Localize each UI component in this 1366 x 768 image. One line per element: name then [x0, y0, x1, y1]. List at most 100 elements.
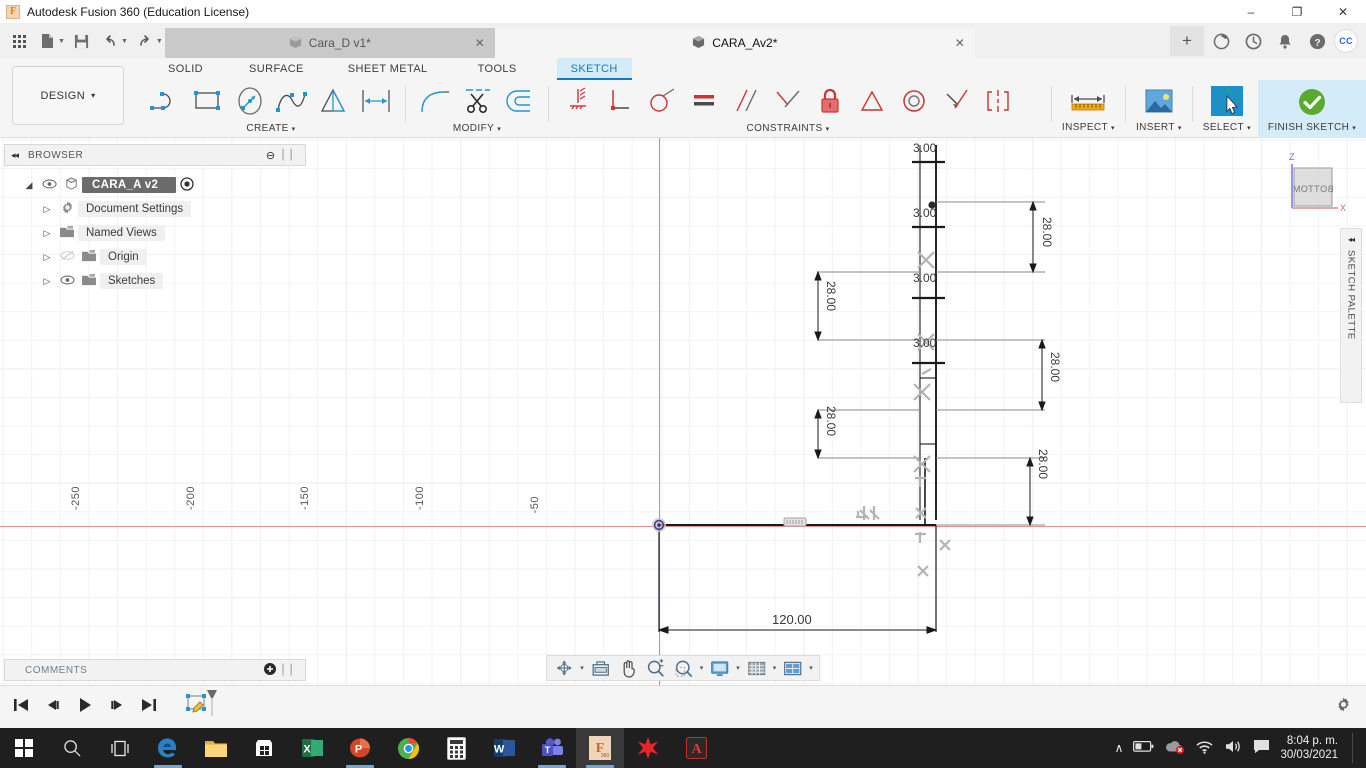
powerpoint-icon[interactable]: P — [336, 728, 384, 768]
app-grid-icon[interactable] — [6, 28, 32, 54]
dimension-label-28[interactable]: 28.00 — [824, 406, 838, 436]
ribbon-tab-surface[interactable]: SURFACE — [235, 58, 318, 80]
panel-constraints-label[interactable]: CONSTRAINTS ▾ — [747, 122, 830, 136]
add-comment-icon[interactable] — [263, 662, 276, 678]
parallel-constraint-icon[interactable] — [725, 80, 767, 122]
dimension-label-28[interactable]: 28.00 — [1040, 217, 1054, 247]
word-icon[interactable]: W — [480, 728, 528, 768]
circle-icon[interactable] — [229, 80, 271, 122]
wifi-icon[interactable] — [1195, 740, 1214, 757]
trim-icon[interactable] — [456, 80, 498, 122]
pan-icon[interactable] — [615, 657, 641, 679]
browser-resize-grip[interactable]: ▏▏ — [283, 150, 299, 161]
taskbar-clock[interactable]: 8:04 p. m. 30/03/2021 — [1280, 734, 1338, 762]
viewports-caret-icon[interactable]: ▾ — [807, 664, 815, 672]
spline-icon[interactable] — [271, 80, 313, 122]
browser-item-origin[interactable]: ▷ Origin — [4, 245, 306, 269]
expand-caret-icon[interactable]: ▷ — [38, 252, 56, 263]
symmetry-constraint-icon[interactable] — [977, 80, 1019, 122]
maximize-button[interactable]: ❐ — [1274, 0, 1320, 24]
recent-icon[interactable] — [1238, 26, 1268, 56]
adobe-acrobat-icon[interactable]: A — [672, 728, 720, 768]
windows-start-icon[interactable] — [0, 728, 48, 768]
dimension-label-28[interactable]: 28.00 — [1036, 449, 1050, 479]
chrome-icon[interactable] — [384, 728, 432, 768]
perpendicular-constraint-icon[interactable] — [599, 80, 641, 122]
orbit-icon[interactable] — [551, 657, 577, 679]
ribbon-tab-solid[interactable]: SOLID — [154, 58, 217, 80]
panel-insert[interactable]: INSERT ▾ — [1129, 80, 1189, 138]
panel-create-label[interactable]: CREATE ▾ — [246, 122, 295, 136]
dimension-label-120[interactable]: 120.00 — [772, 612, 812, 627]
dimension-label-3[interactable]: 3.00 — [913, 336, 936, 350]
document-tab-active[interactable]: CARA_Av2* ✕ — [494, 28, 975, 58]
expand-caret-icon[interactable]: ▷ — [38, 204, 56, 215]
browser-item-sketches[interactable]: ▷ Sketches — [4, 269, 306, 293]
zoom-icon[interactable] — [642, 657, 669, 679]
browser-item-named-views[interactable]: ▷ Named Views — [4, 221, 306, 245]
close-icon[interactable]: ✕ — [475, 36, 485, 50]
grid-snap-icon[interactable] — [743, 657, 770, 679]
redo-caret-icon[interactable]: ▼ — [156, 38, 163, 45]
close-icon[interactable]: ✕ — [955, 36, 965, 50]
collapse-icon[interactable]: ◂◂ — [1348, 235, 1355, 244]
undo-icon[interactable] — [97, 28, 123, 54]
ribbon-tab-tools[interactable]: TOOLS — [464, 58, 531, 80]
activate-component-icon[interactable] — [180, 176, 194, 194]
dimension-label-3[interactable]: 3.00 — [913, 271, 936, 285]
display-settings-icon[interactable] — [706, 657, 733, 679]
offset-icon[interactable] — [498, 80, 540, 122]
dimension-label-28[interactable]: 28.00 — [824, 281, 838, 311]
help-icon[interactable]: ? — [1302, 26, 1332, 56]
ribbon-tab-sheet-metal[interactable]: SHEET METAL — [334, 58, 442, 80]
timeline-feature-sketch[interactable] — [184, 688, 218, 727]
document-tab-inactive[interactable]: Cara_D v1* ✕ — [164, 28, 495, 58]
microsoft-store-icon[interactable] — [240, 728, 288, 768]
dimension-label-3[interactable]: 3.00 — [913, 206, 936, 220]
new-document-icon[interactable] — [34, 28, 60, 54]
calculator-icon[interactable] — [432, 728, 480, 768]
concentric-constraint-icon[interactable] — [893, 80, 935, 122]
dimension-label-3[interactable]: 3.00 — [913, 141, 936, 155]
teams-icon[interactable]: T — [528, 728, 576, 768]
panel-inspect[interactable]: INSPECT ▾ — [1055, 80, 1122, 138]
rectangle-icon[interactable] — [187, 80, 229, 122]
battery-icon[interactable] — [1133, 740, 1154, 756]
collinear-constraint-icon[interactable] — [935, 80, 977, 122]
finish-sketch-button[interactable]: FINISH SKETCH ▾ — [1258, 80, 1366, 138]
dimension-icon[interactable] — [355, 80, 397, 122]
panel-select[interactable]: SELECT ▾ — [1196, 80, 1258, 138]
display-caret-icon[interactable]: ▾ — [734, 664, 742, 672]
fix-unfix-constraint-icon[interactable] — [809, 80, 851, 122]
grid-caret-icon[interactable]: ▾ — [771, 664, 779, 672]
comments-panel[interactable]: COMMENTS ▏▏ — [4, 659, 306, 681]
save-icon[interactable] — [69, 28, 95, 54]
expand-caret-icon[interactable]: ◢ — [20, 180, 38, 191]
redo-icon[interactable] — [132, 28, 158, 54]
coincident-constraint-icon[interactable] — [767, 80, 809, 122]
timeline-settings-gear-icon[interactable] — [1335, 696, 1366, 718]
job-status-icon[interactable] — [1206, 26, 1236, 56]
go-to-start-icon[interactable] — [12, 697, 30, 718]
go-to-end-icon[interactable] — [140, 697, 158, 718]
minimize-button[interactable]: – — [1228, 0, 1274, 24]
zoom-caret-icon[interactable]: ▾ — [698, 664, 706, 672]
visibility-eye-icon[interactable] — [56, 275, 78, 288]
new-tab-button[interactable]: + — [1170, 26, 1204, 56]
workspace-switcher-button[interactable]: DESIGN ▾ — [12, 66, 124, 125]
microsoft-edge-icon[interactable] — [144, 728, 192, 768]
task-view-icon[interactable] — [96, 728, 144, 768]
panel-modify-label[interactable]: MODIFY ▾ — [453, 122, 501, 136]
midpoint-constraint-icon[interactable] — [851, 80, 893, 122]
visibility-eye-icon[interactable] — [38, 179, 60, 192]
play-icon[interactable] — [76, 696, 94, 719]
search-icon[interactable] — [48, 728, 96, 768]
viewports-icon[interactable] — [779, 657, 806, 679]
new-document-caret-icon[interactable]: ▼ — [58, 38, 65, 45]
visibility-eye-off-icon[interactable] — [56, 250, 78, 264]
dimension-label-28[interactable]: 28.00 — [1048, 352, 1062, 382]
canvas-workspace[interactable]: -250 -200 -150 -100 -50 3.00 3.00 3.00 3… — [0, 138, 1366, 685]
tangent-constraint-icon[interactable] — [641, 80, 683, 122]
tray-expand-chevron-icon[interactable]: ∧ — [1115, 741, 1124, 755]
fusion360-icon[interactable]: F 360 — [576, 728, 624, 768]
